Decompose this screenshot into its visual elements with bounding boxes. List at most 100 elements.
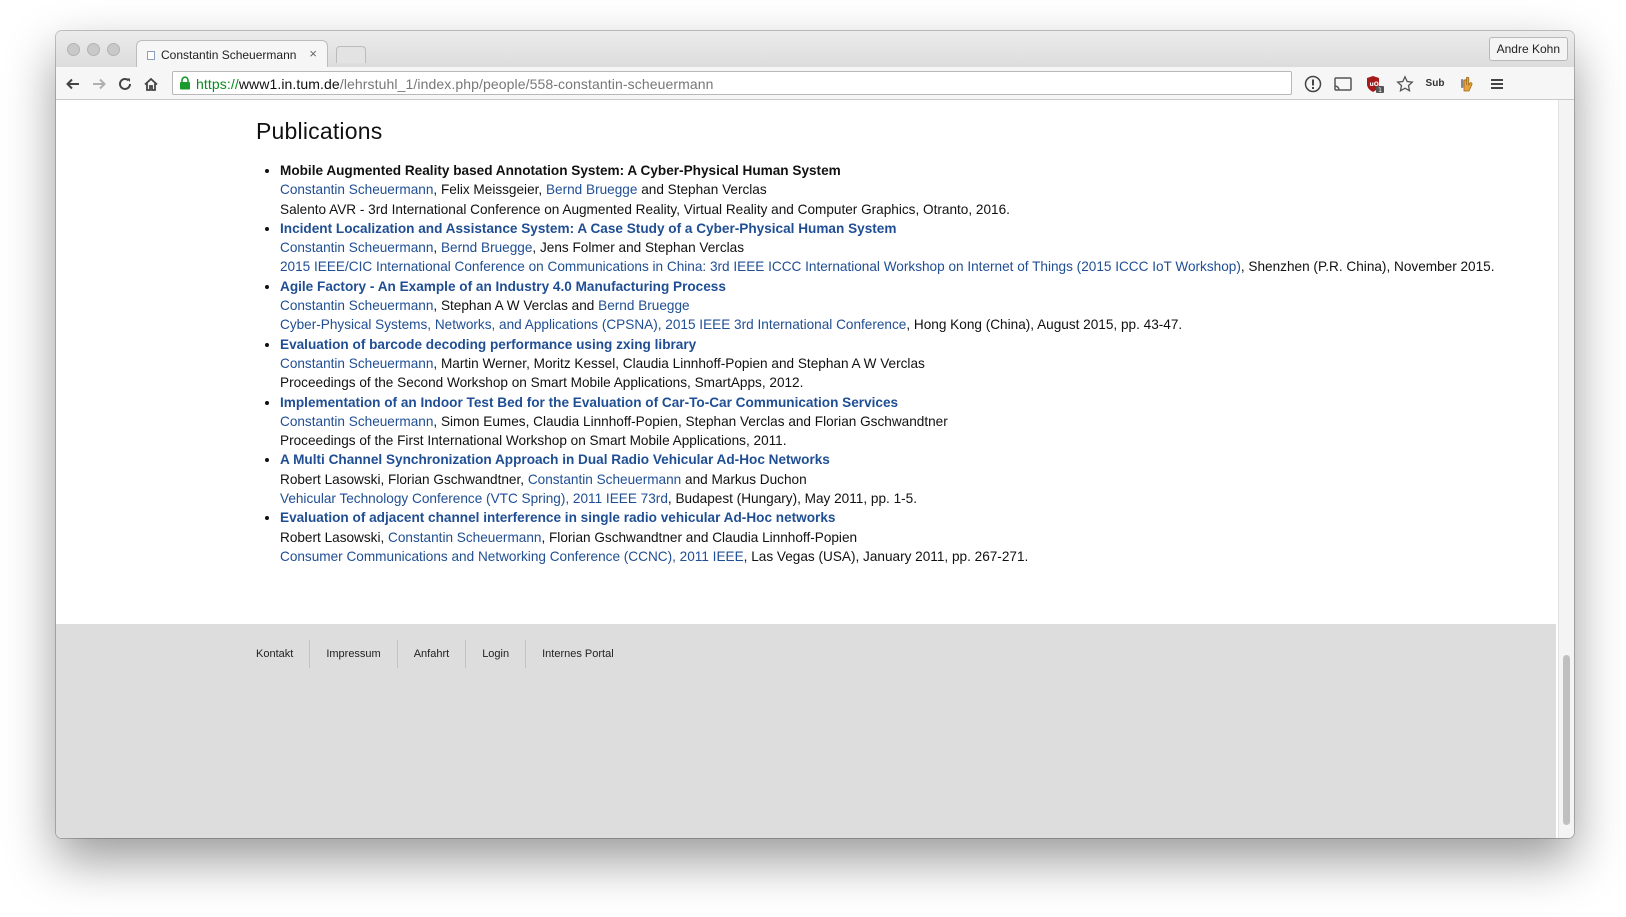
author-text: , Florian Gschwandtner and Claudia Linnh… <box>541 529 858 545</box>
publication-item: Evaluation of adjacent channel interfere… <box>280 508 1496 566</box>
publication-item: Mobile Augmented Reality based Annotatio… <box>280 161 1496 219</box>
reload-button[interactable] <box>112 67 138 100</box>
venue-link[interactable]: 2015 IEEE/CIC International Conference o… <box>280 259 1241 274</box>
arrow-right-icon <box>93 78 106 89</box>
author-text: Robert Lasowski, <box>280 529 389 545</box>
ublock-button[interactable]: uO 1 <box>1362 67 1388 100</box>
profile-button[interactable]: Andre Kohn <box>1488 37 1568 61</box>
page-viewport: Publications Mobile Augmented Reality ba… <box>56 100 1574 838</box>
cast-icon <box>1334 76 1352 91</box>
publication-title[interactable]: A Multi Channel Synchronization Approach… <box>280 452 830 467</box>
publication-item: A Multi Channel Synchronization Approach… <box>280 450 1496 508</box>
title-bar: Constantin Scheuermann × Andre Kohn <box>56 31 1574 68</box>
browser-window: Constantin Scheuermann × Andre Kohn http… <box>56 31 1574 838</box>
url-text: https://www1.in.tum.de/lehrstuhl_1/index… <box>196 76 714 92</box>
hand-icon <box>1461 76 1473 91</box>
author-text: , Martin Werner, Moritz Kessel, Claudia … <box>433 355 925 371</box>
footer-link-kontakt[interactable]: Kontakt <box>256 640 311 668</box>
footer-link-impressum[interactable]: Impressum <box>310 640 398 668</box>
author-link[interactable]: Bernd Bruegge <box>598 298 689 313</box>
publication-title[interactable]: Implementation of an Indoor Test Bed for… <box>280 395 898 410</box>
publication-list: Mobile Augmented Reality based Annotatio… <box>256 161 1496 566</box>
venue-link[interactable]: Cyber-Physical Systems, Networks, and Ap… <box>280 317 906 332</box>
author-text: , Felix Meissgeier, <box>433 182 546 198</box>
author-link[interactable]: Constantin Scheuermann <box>280 298 433 313</box>
venue-text: Proceedings of the Second Workshop on Sm… <box>280 375 804 391</box>
footer-link-login[interactable]: Login <box>466 640 527 668</box>
main-content: Publications Mobile Augmented Reality ba… <box>256 118 1496 566</box>
page-scrollbar[interactable] <box>1558 100 1574 838</box>
zoom-window-button[interactable] <box>107 43 120 56</box>
publication-title[interactable]: Incident Localization and Assistance Sys… <box>280 221 896 236</box>
home-icon <box>144 77 158 91</box>
close-window-button[interactable] <box>67 43 80 56</box>
author-link[interactable]: Constantin Scheuermann <box>280 414 433 429</box>
cast-button[interactable] <box>1330 67 1356 100</box>
publication-title[interactable]: Evaluation of barcode decoding performan… <box>280 337 696 352</box>
publication-item: Evaluation of barcode decoding performan… <box>280 335 1496 393</box>
venue-text: , Shenzhen (P.R. China), November 2015. <box>1240 259 1495 275</box>
publication-item: Agile Factory - An Example of an Industr… <box>280 277 1496 335</box>
back-button[interactable] <box>60 67 86 100</box>
author-link[interactable]: Constantin Scheuermann <box>280 356 433 371</box>
author-link[interactable]: Constantin Scheuermann <box>280 182 433 197</box>
venue-text: , Hong Kong (China), August 2015, pp. 43… <box>906 317 1183 333</box>
publication-title[interactable]: Evaluation of adjacent channel interfere… <box>280 510 835 525</box>
tab-close-icon[interactable]: × <box>309 46 317 61</box>
home-button[interactable] <box>138 67 164 100</box>
url-host: www1.in.tum.de <box>238 76 340 92</box>
star-icon <box>1396 74 1414 92</box>
menu-icon <box>1491 78 1503 89</box>
author-link[interactable]: Constantin Scheuermann <box>528 472 681 487</box>
arrow-left-icon <box>66 78 79 89</box>
url-path: /lehrstuhl_1/index.php/people/558-consta… <box>339 76 714 92</box>
sub-icon: Sub <box>1425 78 1445 89</box>
author-link[interactable]: Bernd Bruegge <box>546 182 637 197</box>
lock-icon <box>180 76 190 90</box>
author-text: and Stephan Verclas <box>637 182 767 198</box>
venue-link[interactable]: Vehicular Technology Conference (VTC Spr… <box>280 491 668 506</box>
hand-extension-button[interactable] <box>1454 67 1480 100</box>
forward-button[interactable] <box>86 67 112 100</box>
page-favicon-icon <box>147 51 155 60</box>
author-link[interactable]: Bernd Bruegge <box>441 240 532 255</box>
publication-title: Mobile Augmented Reality based Annotatio… <box>280 163 841 178</box>
venue-text: Salento AVR - 3rd International Conferen… <box>280 201 1010 217</box>
site-footer: Kontakt Impressum Anfahrt Login Internes Por… <box>56 624 1556 838</box>
author-link[interactable]: Constantin Scheuermann <box>388 530 541 545</box>
footer-nav: Kontakt Impressum Anfahrt Login Internes Por… <box>256 640 630 668</box>
publication-item: Incident Localization and Assistance Sys… <box>280 219 1496 277</box>
footer-link-internes-portal[interactable]: Internes Portal <box>526 640 630 668</box>
footer-link-anfahrt[interactable]: Anfahrt <box>398 640 467 668</box>
ublock-badge: 1 <box>1378 86 1382 94</box>
venue-text: , Las Vegas (USA), January 2011, pp. 267… <box>743 548 1029 564</box>
browser-tab[interactable]: Constantin Scheuermann × <box>136 40 328 68</box>
ublock-icon: uO1 <box>1367 75 1384 94</box>
author-text: Robert Lasowski, Florian Gschwandtner, <box>280 471 528 487</box>
author-text: , Jens Folmer and Stephan Verclas <box>532 240 744 256</box>
scrollbar-thumb[interactable] <box>1563 655 1570 825</box>
page-title: Publications <box>256 118 383 144</box>
sub-extension-button[interactable]: Sub <box>1422 67 1448 100</box>
venue-text: Proceedings of the First International W… <box>280 433 787 449</box>
publication-title[interactable]: Agile Factory - An Example of an Industr… <box>280 279 726 294</box>
author-text: , Stephan A W Verclas and <box>433 298 599 314</box>
venue-link[interactable]: Consumer Communications and Networking C… <box>280 549 744 564</box>
author-link[interactable]: Constantin Scheuermann <box>280 240 433 255</box>
tab-title: Constantin Scheuermann <box>161 48 297 62</box>
minimize-window-button[interactable] <box>87 43 100 56</box>
author-text: , <box>433 240 441 256</box>
author-text: and Markus Duchon <box>681 471 807 487</box>
chrome-menu-button[interactable] <box>1484 67 1510 100</box>
info-extension-button[interactable] <box>1300 67 1326 100</box>
publication-item: Implementation of an Indoor Test Bed for… <box>280 393 1496 451</box>
reload-icon <box>119 77 131 90</box>
browser-toolbar: https://www1.in.tum.de/lehrstuhl_1/index… <box>56 67 1574 100</box>
venue-text: , Budapest (Hungary), May 2011, pp. 1-5. <box>667 491 918 507</box>
info-icon <box>1304 75 1322 92</box>
url-scheme: https:// <box>196 76 239 92</box>
address-bar[interactable]: https://www1.in.tum.de/lehrstuhl_1/index… <box>172 71 1292 95</box>
new-tab-button[interactable] <box>336 46 366 63</box>
bookmark-star-button[interactable] <box>1392 67 1418 100</box>
author-text: , Simon Eumes, Claudia Linnhoff-Popien, … <box>433 413 948 429</box>
